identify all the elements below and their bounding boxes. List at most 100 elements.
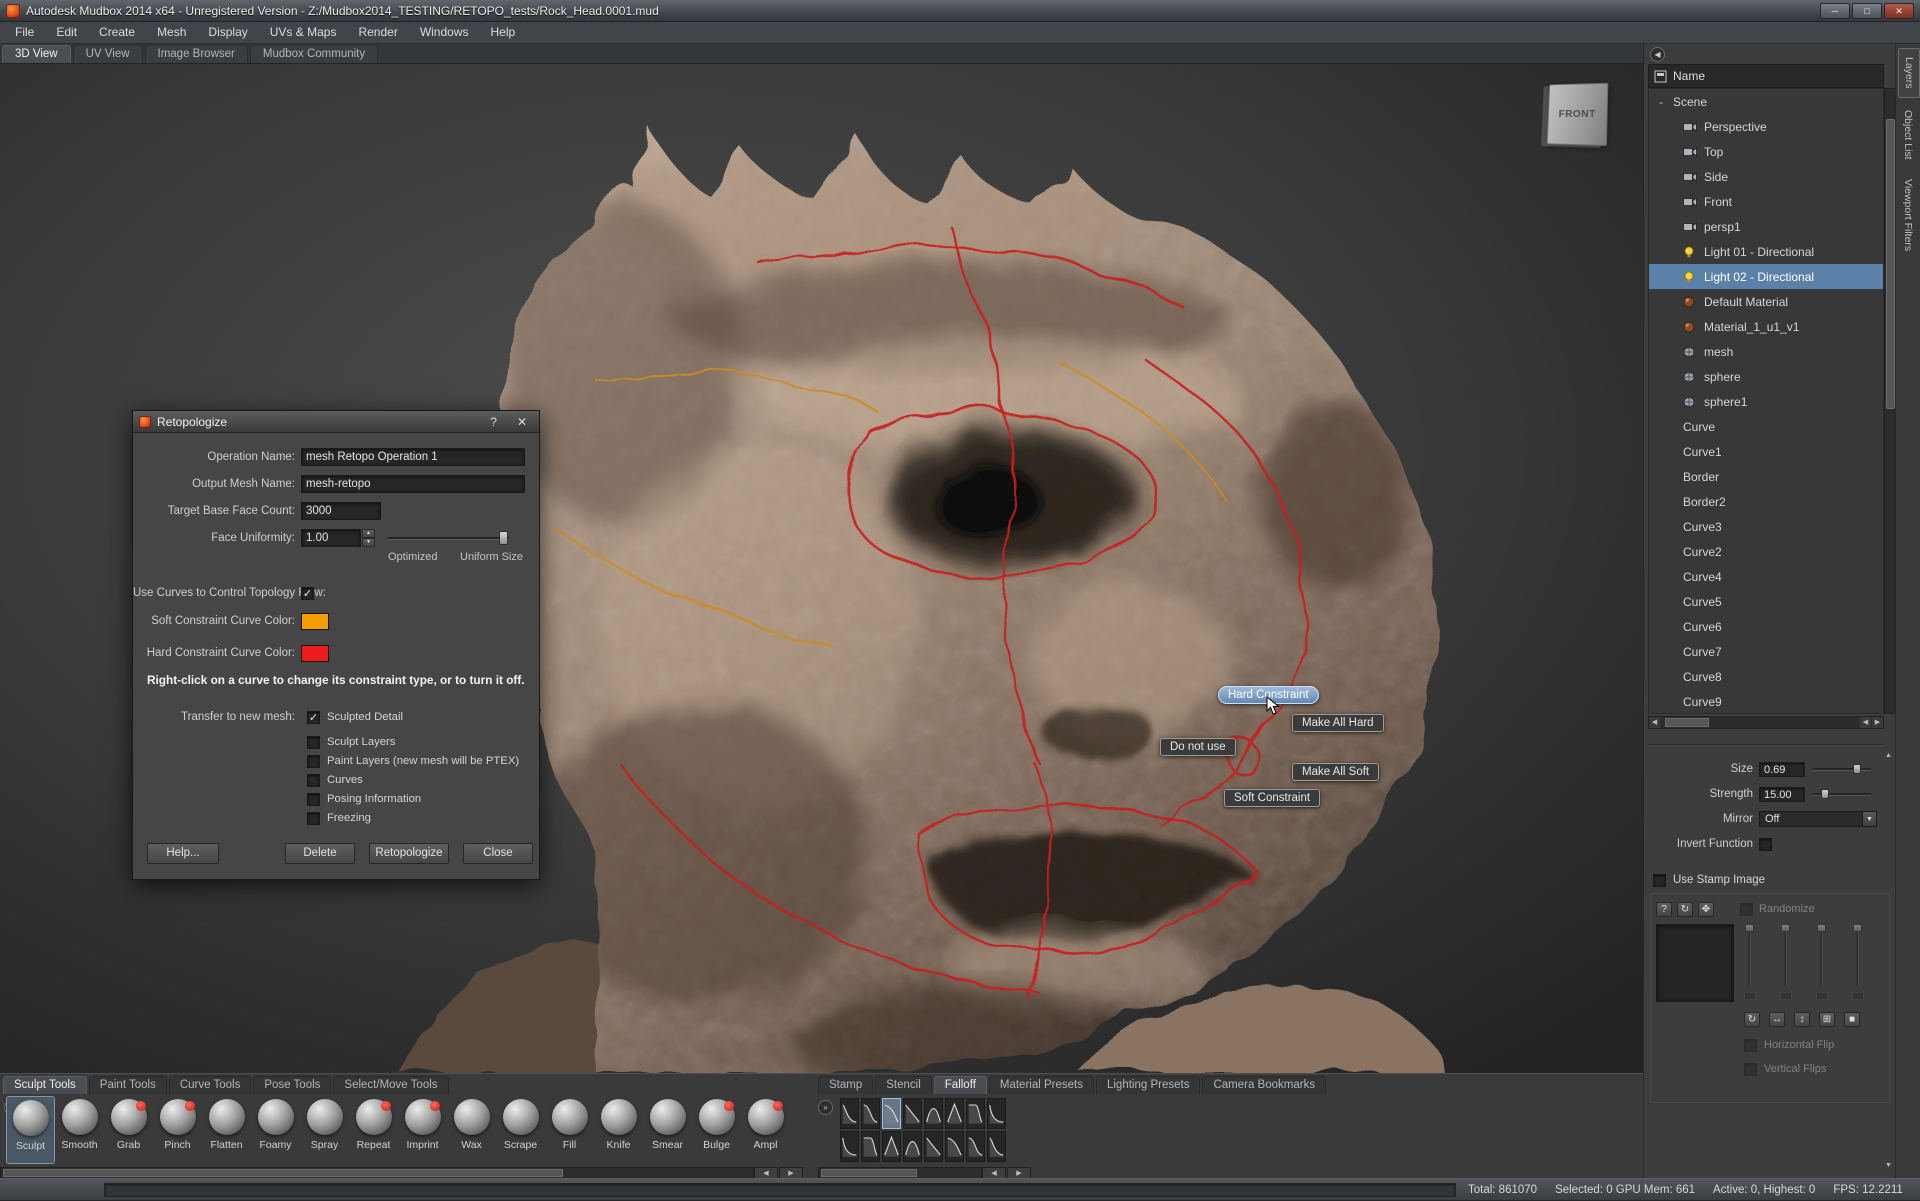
tool-tab-paint-tools[interactable]: Paint Tools bbox=[89, 1076, 167, 1094]
object-item-perspective[interactable]: Perspective bbox=[1649, 114, 1883, 139]
properties-scroll-down-icon[interactable]: ▼ bbox=[1883, 1160, 1894, 1171]
object-item-curve5[interactable]: Curve5 bbox=[1649, 589, 1883, 614]
strength-slider-knob[interactable] bbox=[1821, 789, 1829, 799]
stamp-rotate-icon[interactable]: ↻ bbox=[1677, 902, 1693, 917]
stamp-slider-knob-2[interactable] bbox=[1781, 924, 1790, 932]
view-cube[interactable]: FRONT bbox=[1547, 83, 1609, 146]
falloff-preset-3[interactable] bbox=[882, 1098, 901, 1129]
stamp-refresh-icon[interactable]: ↻ bbox=[1744, 1012, 1760, 1027]
target-face-count-input[interactable]: 3000 bbox=[301, 502, 381, 520]
tool-smear[interactable]: Smear bbox=[643, 1096, 692, 1164]
stamp-preview[interactable] bbox=[1656, 924, 1734, 1002]
output-mesh-input[interactable]: mesh-retopo bbox=[301, 475, 525, 493]
object-item-curve2[interactable]: Curve2 bbox=[1649, 539, 1883, 564]
object-item-curve9[interactable]: Curve9 bbox=[1649, 689, 1883, 714]
side-tab-object-list[interactable]: Object List bbox=[1898, 102, 1918, 168]
tool-fill[interactable]: Fill bbox=[545, 1096, 594, 1164]
tool-wax[interactable]: Wax bbox=[447, 1096, 496, 1164]
face-uniformity-slider[interactable] bbox=[387, 537, 509, 540]
falloff-preset-7[interactable] bbox=[966, 1098, 985, 1129]
tool-tab-curve-tools[interactable]: Curve Tools bbox=[169, 1076, 252, 1094]
mirror-select[interactable]: Off ▼ bbox=[1759, 811, 1877, 827]
object-list-hscroll-thumb[interactable] bbox=[1665, 718, 1709, 727]
tool-repeat[interactable]: Repeat bbox=[349, 1096, 398, 1164]
face-uniformity-input[interactable]: 1.00 bbox=[301, 529, 361, 547]
use-curves-checkbox[interactable]: ✓ bbox=[301, 587, 314, 600]
falloff-preset-12[interactable] bbox=[903, 1131, 922, 1162]
tool-knife[interactable]: Knife bbox=[594, 1096, 643, 1164]
object-item-border[interactable]: Border bbox=[1649, 464, 1883, 489]
tray-tab-lighting-presets[interactable]: Lighting Presets bbox=[1096, 1076, 1200, 1094]
horizontal-flip-checkbox[interactable] bbox=[1744, 1039, 1757, 1052]
object-item-light-01-directional[interactable]: Light 01 - Directional bbox=[1649, 239, 1883, 264]
stamp-solid-icon[interactable]: ■ bbox=[1844, 1012, 1860, 1027]
falloff-preset-11[interactable] bbox=[882, 1131, 901, 1162]
tree-expander-icon[interactable]: - bbox=[1659, 95, 1667, 109]
tool-sculpt[interactable]: Sculpt bbox=[6, 1096, 55, 1164]
minimize-button[interactable]: ─ bbox=[1820, 3, 1850, 19]
object-item-curve1[interactable]: Curve1 bbox=[1649, 439, 1883, 464]
maximize-button[interactable]: □ bbox=[1852, 3, 1882, 19]
menu-item-display[interactable]: Display bbox=[197, 22, 258, 43]
view-tab-3d-view[interactable]: 3D View bbox=[2, 45, 71, 63]
menu-item-file[interactable]: File bbox=[4, 22, 45, 43]
strength-slider[interactable] bbox=[1813, 793, 1871, 796]
menu-item-help[interactable]: Help bbox=[480, 22, 527, 43]
falloff-preset-14[interactable] bbox=[945, 1131, 964, 1162]
use-stamp-checkbox[interactable] bbox=[1653, 874, 1666, 887]
falloff-preset-1[interactable] bbox=[840, 1098, 859, 1129]
menu-item-edit[interactable]: Edit bbox=[45, 22, 88, 43]
tray-tab-camera-bookmarks[interactable]: Camera Bookmarks bbox=[1202, 1076, 1326, 1094]
object-item-material-1-u1-v1[interactable]: Material_1_u1_v1 bbox=[1649, 314, 1883, 339]
size-slider-knob[interactable] bbox=[1853, 764, 1861, 774]
falloff-preset-2[interactable] bbox=[861, 1098, 880, 1129]
object-item-mesh[interactable]: mesh bbox=[1649, 339, 1883, 364]
dialog-title-bar[interactable]: Retopologize ? ✕ bbox=[133, 411, 539, 433]
size-slider[interactable] bbox=[1813, 768, 1871, 771]
falloff-preset-16[interactable] bbox=[987, 1131, 1006, 1162]
tool-flatten[interactable]: Flatten bbox=[202, 1096, 251, 1164]
object-list-hscrollbar[interactable]: ◀ ◀ ▶ bbox=[1648, 716, 1884, 729]
panel-collapse-button[interactable]: ◀ bbox=[1650, 47, 1665, 62]
menu-item-mesh[interactable]: Mesh bbox=[146, 22, 197, 43]
hscroll-left2-icon[interactable]: ◀ bbox=[1860, 717, 1871, 728]
hard-constraint-color-swatch[interactable] bbox=[301, 645, 329, 662]
object-item-curve[interactable]: Curve bbox=[1649, 414, 1883, 439]
tool-foamy[interactable]: Foamy bbox=[251, 1096, 300, 1164]
falloff-preset-10[interactable] bbox=[861, 1131, 880, 1162]
menu-item-create[interactable]: Create bbox=[88, 22, 146, 43]
tool-scrape[interactable]: Scrape bbox=[496, 1096, 545, 1164]
context-item-make-all-soft[interactable]: Make All Soft bbox=[1292, 763, 1379, 781]
side-tab-layers[interactable]: Layers bbox=[1898, 48, 1920, 98]
soft-constraint-color-swatch[interactable] bbox=[301, 613, 329, 630]
object-item-front[interactable]: Front bbox=[1649, 189, 1883, 214]
stamp-slider-1[interactable] bbox=[1748, 924, 1751, 986]
object-item-curve3[interactable]: Curve3 bbox=[1649, 514, 1883, 539]
size-input[interactable]: 0.69 bbox=[1759, 762, 1805, 777]
falloff-preset-15[interactable] bbox=[966, 1131, 985, 1162]
stamp-slider-knob-3[interactable] bbox=[1817, 924, 1826, 932]
object-item-top[interactable]: Top bbox=[1649, 139, 1883, 164]
transfer-freezing-checkbox[interactable] bbox=[307, 812, 320, 825]
hscroll-right-icon[interactable]: ▶ bbox=[1872, 717, 1883, 728]
operation-name-input[interactable]: mesh Retopo Operation 1 bbox=[301, 448, 525, 466]
transfer-paint-layers-new-mesh-will-be-ptex-checkbox[interactable] bbox=[307, 755, 320, 768]
falloff-preset-13[interactable] bbox=[924, 1131, 943, 1162]
context-item-make-all-hard[interactable]: Make All Hard bbox=[1292, 714, 1384, 732]
tray-tab-falloff[interactable]: Falloff bbox=[934, 1076, 987, 1094]
object-list-header[interactable]: Name bbox=[1648, 64, 1884, 88]
stamp-slider-3[interactable] bbox=[1820, 924, 1823, 986]
retopologize-button[interactable]: Retopologize bbox=[369, 843, 449, 864]
transfer-curves-checkbox[interactable] bbox=[307, 774, 320, 787]
close-dialog-button[interactable]: Close bbox=[463, 843, 533, 864]
object-item-default-material[interactable]: Default Material bbox=[1649, 289, 1883, 314]
menu-item-render[interactable]: Render bbox=[347, 22, 408, 43]
falloff-scroll-thumb[interactable] bbox=[821, 1169, 917, 1177]
close-button[interactable]: ✕ bbox=[1884, 3, 1914, 19]
tray-tab-stencil[interactable]: Stencil bbox=[875, 1076, 932, 1094]
view-tab-uv-view[interactable]: UV View bbox=[73, 45, 143, 63]
stamp-height-icon[interactable]: ↕ bbox=[1794, 1012, 1810, 1027]
object-item-persp1[interactable]: persp1 bbox=[1649, 214, 1883, 239]
tool-ampl[interactable]: Ampl bbox=[741, 1096, 790, 1164]
object-item-curve6[interactable]: Curve6 bbox=[1649, 614, 1883, 639]
